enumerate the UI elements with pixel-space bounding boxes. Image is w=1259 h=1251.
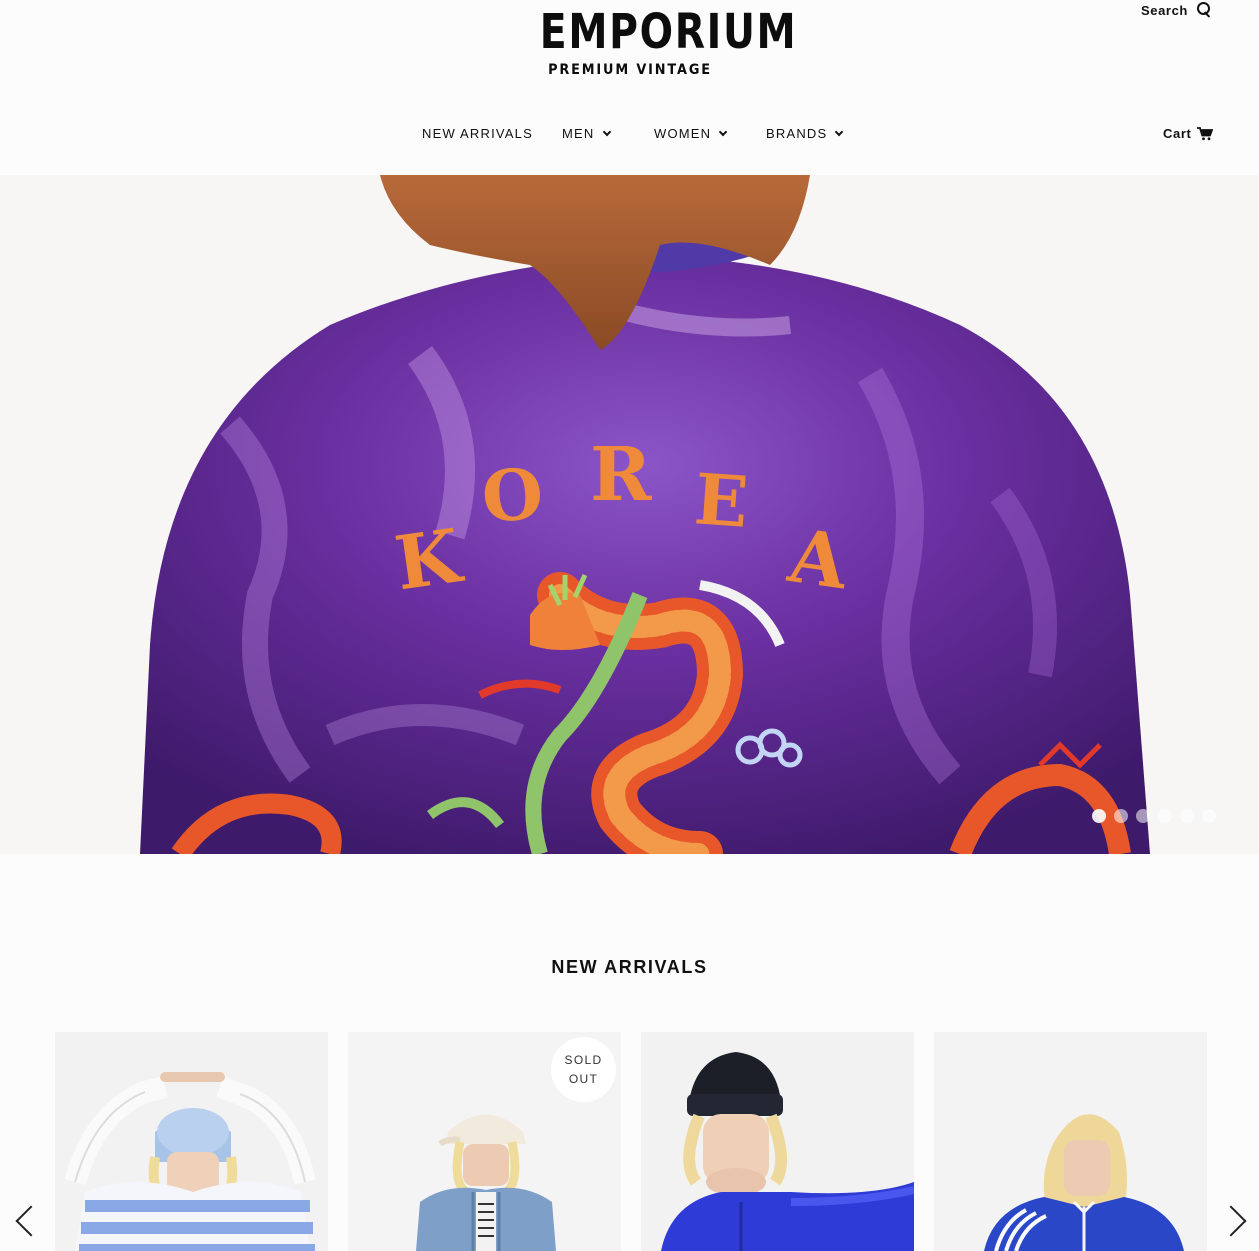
embroidery-letter: R — [590, 432, 652, 518]
nav-item-brands[interactable]: BRANDS — [766, 126, 844, 141]
chevron-left-icon[interactable] — [8, 1200, 38, 1240]
hero-slideshow[interactable]: K O R E A — [0, 175, 1259, 854]
product-card[interactable] — [55, 1032, 328, 1251]
embroidery-letter: O — [479, 452, 546, 539]
cart-label: Cart — [1163, 126, 1192, 141]
chevron-right-icon[interactable] — [1222, 1200, 1252, 1240]
search-link[interactable]: Search — [1141, 2, 1212, 18]
slideshow-pagination — [1092, 809, 1216, 823]
nav-item-women[interactable]: WOMEN — [654, 126, 728, 141]
product-image — [641, 1032, 914, 1251]
main-nav: NEW ARRIVALS MEN WOMEN BRANDS — [0, 126, 1259, 146]
chevron-down-icon — [719, 127, 728, 137]
nav-item-label: MEN — [562, 126, 595, 141]
sold-out-badge: SOLD OUT — [551, 1037, 616, 1102]
slide-dot[interactable] — [1114, 809, 1128, 823]
nav-item-label: BRANDS — [766, 126, 828, 141]
nav-item-label: NEW ARRIVALS — [422, 126, 533, 141]
site-header: EMPORIUM PREMIUM VINTAGE Search NEW ARRI… — [0, 0, 1259, 175]
badge-text: OUT — [568, 1071, 599, 1086]
search-label: Search — [1141, 2, 1188, 18]
badge-text: SOLD — [564, 1052, 603, 1067]
cart-link[interactable]: Cart — [1163, 126, 1214, 141]
product-carousel: SOLD OUT — [55, 1032, 1207, 1251]
nav-item-new-arrivals[interactable]: NEW ARRIVALS — [422, 126, 533, 141]
hero-image: K O R E A — [0, 175, 1259, 854]
product-card[interactable] — [934, 1032, 1207, 1251]
slide-dot[interactable] — [1158, 809, 1172, 823]
nav-item-label: WOMEN — [654, 126, 712, 141]
logo-tagline: PREMIUM VINTAGE — [548, 62, 712, 78]
slide-dot[interactable] — [1136, 809, 1150, 823]
chevron-down-icon — [602, 127, 611, 137]
search-icon — [1196, 2, 1212, 18]
product-card[interactable] — [641, 1032, 914, 1251]
chevron-down-icon — [835, 127, 844, 137]
site-logo[interactable]: EMPORIUM PREMIUM VINTAGE — [520, 4, 798, 78]
product-image — [934, 1032, 1207, 1251]
embroidery-letter: E — [692, 457, 751, 544]
nav-item-men[interactable]: MEN — [562, 126, 611, 141]
product-image — [55, 1032, 328, 1251]
slide-dot[interactable] — [1092, 809, 1106, 823]
section-title-new-arrivals: NEW ARRIVALS — [551, 957, 708, 977]
product-card[interactable]: SOLD OUT — [348, 1032, 621, 1251]
logo-wordmark: EMPORIUM — [539, 4, 798, 60]
slide-dot[interactable] — [1202, 809, 1216, 823]
cart-icon — [1197, 126, 1214, 140]
slide-dot[interactable] — [1180, 809, 1194, 823]
